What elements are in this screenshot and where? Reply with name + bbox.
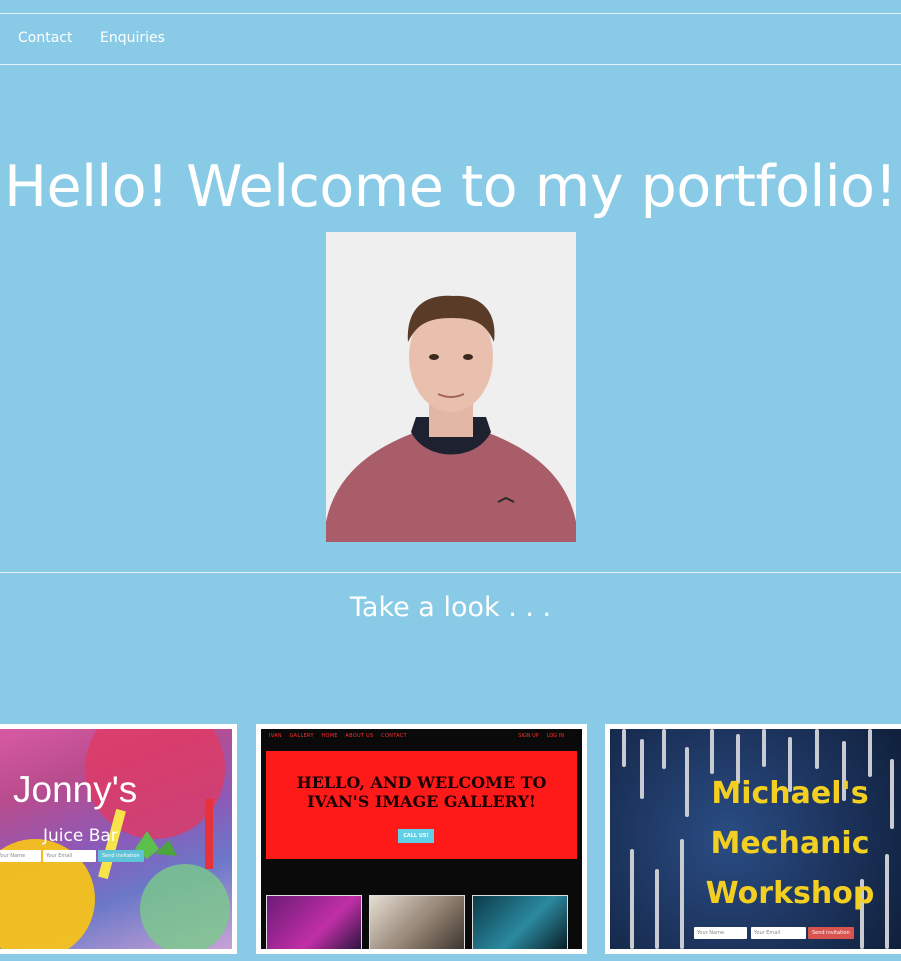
wrench-shape xyxy=(630,849,634,949)
mechanic-title-line: Mechanic xyxy=(710,826,870,861)
gallery-thumbnail xyxy=(472,895,568,949)
section-divider xyxy=(0,572,901,573)
juice-bar-email-field: Your Email xyxy=(43,850,96,862)
gallery-thumbnail xyxy=(266,895,362,949)
nav-link-contact[interactable]: Contact xyxy=(18,29,72,47)
mechanic-name-field: Your Name xyxy=(694,927,747,939)
wrench-shape xyxy=(890,759,894,829)
gallery-nav-item: CONTACT xyxy=(381,733,407,739)
top-nav: Contact Enquiries xyxy=(0,14,901,64)
portrait-photo xyxy=(326,232,576,542)
mechanic-invite-button: Send invitation xyxy=(808,927,854,939)
gallery-nav-right: SIGN UP LOG IN xyxy=(518,733,564,739)
wrench-shape xyxy=(710,729,714,774)
mechanic-email-field: Your Email xyxy=(751,927,806,939)
gallery-nav-item: GALLERY xyxy=(289,733,314,739)
section-subheading: Take a look . . . xyxy=(349,592,552,623)
gallery-nav-item: HOME xyxy=(321,733,338,739)
nav-link-enquiries[interactable]: Enquiries xyxy=(100,29,165,47)
mechanic-title-line: Michael's xyxy=(711,776,869,811)
gallery-nav-item: SIGN UP xyxy=(518,733,539,739)
juice-bar-subtitle: Juice Bar xyxy=(43,826,118,846)
portrait-image xyxy=(326,232,576,542)
project-card-juice-bar[interactable]: Jonny's Juice Bar Your Name Your Email S… xyxy=(0,724,237,954)
juice-bar-title: Jonny's xyxy=(13,769,138,810)
wrench-shape xyxy=(655,869,659,949)
page: Contact Enquiries Hello! Welcome to my p… xyxy=(0,0,901,961)
image-gallery-preview: IVAN GALLERY HOME ABOUT US CONTACT SIGN … xyxy=(261,729,582,949)
wrench-shape xyxy=(640,739,644,799)
nav-divider xyxy=(0,64,901,65)
wrench-shape xyxy=(622,729,626,767)
juice-bar-preview: Jonny's Juice Bar Your Name Your Email S… xyxy=(0,729,232,949)
wrench-shape xyxy=(815,729,819,769)
gallery-call-button: CALL US! xyxy=(398,829,434,843)
gallery-nav-item: IVAN xyxy=(269,733,282,739)
project-card-image-gallery[interactable]: IVAN GALLERY HOME ABOUT US CONTACT SIGN … xyxy=(256,724,587,954)
gallery-nav-item: ABOUT US xyxy=(345,733,374,739)
wrench-shape xyxy=(662,729,666,769)
wrench-shape xyxy=(680,839,684,949)
mechanic-workshop-title: Michael's Mechanic Workshop xyxy=(700,769,880,919)
page-headline: Hello! Welcome to my portfolio! xyxy=(4,154,897,220)
wrench-shape xyxy=(885,854,889,949)
juice-bar-invite-button: Send invitation xyxy=(98,850,144,862)
juice-bar-name-field: Your Name xyxy=(0,850,41,862)
gallery-hero-text: HELLO, AND WELCOME TO IVAN'S IMAGE GALLE… xyxy=(296,773,547,811)
gallery-nav-left: IVAN GALLERY HOME ABOUT US CONTACT xyxy=(269,733,407,739)
mechanic-workshop-preview: Michael's Mechanic Workshop Your Name Yo… xyxy=(610,729,901,949)
wrench-shape xyxy=(685,747,689,817)
gallery-nav-item: LOG IN xyxy=(546,733,564,739)
mechanic-title-line: Workshop xyxy=(705,876,875,911)
wrench-shape xyxy=(762,729,766,767)
gallery-thumbnail xyxy=(369,895,465,949)
project-card-mechanic-workshop[interactable]: Michael's Mechanic Workshop Your Name Yo… xyxy=(605,724,901,954)
